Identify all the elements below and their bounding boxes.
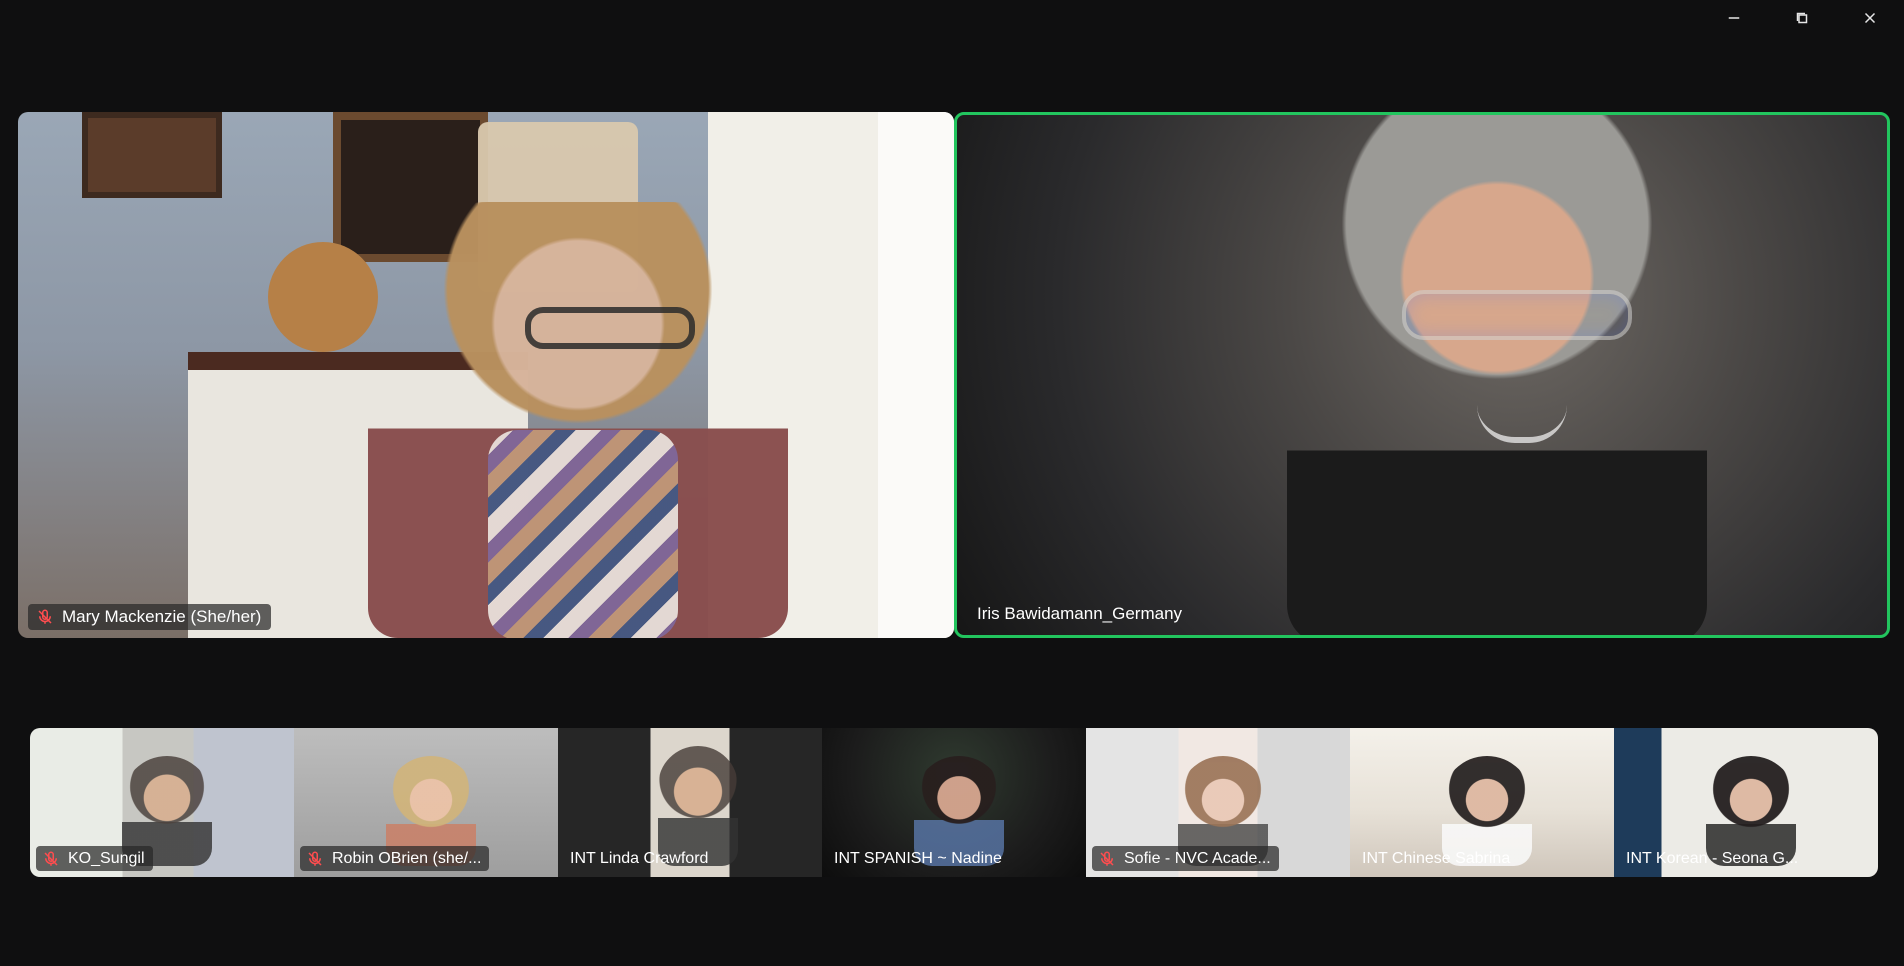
mic-muted-icon — [42, 850, 60, 868]
participant-name: Sofie - NVC Acade... — [1124, 850, 1271, 867]
thumbnail-ko-sungil[interactable]: KO_Sungil — [30, 728, 294, 877]
participant-name: KO_Sungil — [68, 850, 145, 867]
participant-name: INT Korean - Seona G... — [1626, 850, 1799, 867]
wall-frame-1 — [82, 112, 222, 198]
participant-name-tag: Robin OBrien (she/... — [300, 846, 490, 871]
participant-name: Robin OBrien (she/... — [332, 850, 482, 867]
thumbnail-sabrina[interactable]: INT Chinese Sabrina — [1350, 728, 1614, 877]
mic-muted-icon — [306, 850, 324, 868]
meeting-stage: Mary Mackenzie (She/her) Iris Bawidamann… — [0, 0, 1904, 966]
participant-name-tag: Iris Bawidamann_Germany — [967, 601, 1192, 627]
thumbnail-nadine[interactable]: INT SPANISH ~ Nadine — [822, 728, 1086, 877]
participant-name: INT Chinese Sabrina — [1362, 850, 1511, 867]
participant-name-tag: INT Linda Crawford — [564, 846, 716, 871]
participant-name-tag: INT SPANISH ~ Nadine — [828, 846, 1010, 871]
video-tile-iris-bawidamann[interactable]: Iris Bawidamann_Germany — [954, 112, 1890, 638]
participant-video — [1287, 115, 1707, 635]
glasses — [525, 307, 695, 349]
video-tile-mary-mackenzie[interactable]: Mary Mackenzie (She/her) — [18, 112, 954, 638]
participant-name: Iris Bawidamann_Germany — [977, 604, 1183, 623]
scarf — [488, 430, 678, 638]
participant-thumbnail-strip: KO_Sungil Robin OBrien (she/... INT Lind… — [30, 728, 1878, 877]
mic-muted-icon — [36, 608, 54, 626]
thumbnail-seona[interactable]: INT Korean - Seona G... — [1614, 728, 1878, 877]
participant-name-tag: KO_Sungil — [36, 846, 153, 871]
participant-name: INT SPANISH ~ Nadine — [834, 850, 1002, 867]
participant-name-tag: Sofie - NVC Acade... — [1092, 846, 1279, 871]
thumbnail-linda-crawford[interactable]: INT Linda Crawford — [558, 728, 822, 877]
vase — [268, 242, 378, 352]
thumbnail-sofie[interactable]: Sofie - NVC Acade... — [1086, 728, 1350, 877]
mic-muted-icon — [1098, 850, 1116, 868]
glasses — [1402, 290, 1632, 340]
participant-name: INT Linda Crawford — [570, 850, 709, 867]
door-panel — [878, 112, 954, 638]
thumbnail-robin-obrien[interactable]: Robin OBrien (she/... — [294, 728, 558, 877]
zoom-meeting-window: Mary Mackenzie (She/her) Iris Bawidamann… — [0, 0, 1904, 966]
participant-name: Mary Mackenzie (She/her) — [62, 607, 262, 626]
participant-name-tag: INT Korean - Seona G... — [1620, 846, 1806, 871]
participant-name-tag: Mary Mackenzie (She/her) — [28, 604, 272, 630]
participant-name-tag: INT Chinese Sabrina — [1356, 846, 1518, 871]
